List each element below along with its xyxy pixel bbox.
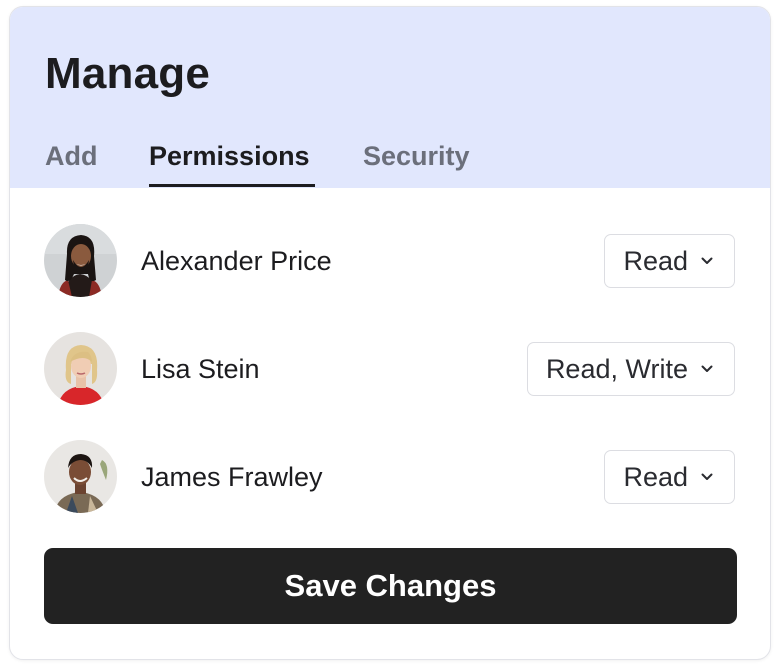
avatar (44, 440, 117, 513)
permission-select[interactable]: Read, Write (526, 342, 735, 396)
member-row: Alexander Price Read (10, 224, 770, 298)
save-changes-button[interactable]: Save Changes (44, 548, 737, 624)
avatar (44, 332, 117, 405)
avatar-photo-icon (44, 440, 117, 513)
tab-permissions[interactable]: Permissions (149, 139, 310, 173)
tab-add[interactable]: Add (45, 139, 97, 173)
chevron-down-icon (700, 254, 714, 268)
tab-bar: Add Permissions Security (10, 7, 770, 188)
permission-value: Read (623, 246, 688, 276)
permission-select[interactable]: Read (604, 450, 735, 504)
member-name: Alexander Price (141, 246, 332, 276)
chevron-down-icon (700, 470, 714, 484)
member-name: Lisa Stein (141, 354, 260, 384)
avatar (44, 224, 117, 297)
tab-security[interactable]: Security (363, 139, 470, 173)
chevron-down-icon (700, 362, 714, 376)
manage-card: Manage Add Permissions Security Alexande… (9, 6, 771, 660)
member-row: James Frawley Read (10, 440, 770, 514)
permission-value: Read, Write (545, 354, 688, 384)
permission-value: Read (623, 462, 688, 492)
avatar-photo-icon (44, 224, 117, 297)
active-tab-indicator (149, 184, 315, 187)
permission-select[interactable]: Read (604, 234, 735, 288)
member-row: Lisa Stein Read, Write (10, 332, 770, 406)
avatar-photo-icon (44, 332, 117, 405)
member-name: James Frawley (141, 462, 323, 492)
